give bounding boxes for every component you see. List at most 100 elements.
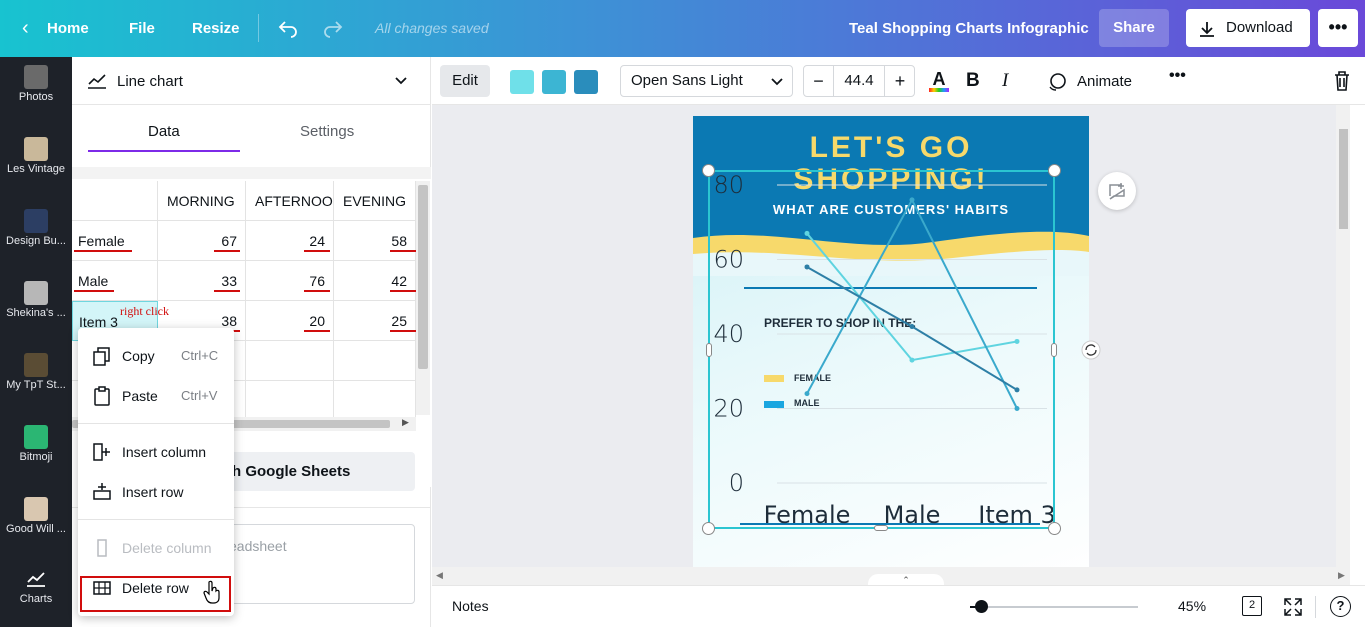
rail-label: Design Bu... [6,235,66,247]
scroll-right-arrow-icon[interactable]: ▶ [1338,570,1345,581]
menu-item-copy[interactable]: Copy Ctrl+C [78,336,234,376]
rail-item-my-tpt[interactable]: My TpT St... [0,353,72,391]
more-options-icon[interactable]: ••• [1318,9,1358,47]
empty-cell[interactable] [334,341,416,381]
more-tools-icon[interactable]: ••• [1169,67,1186,85]
back-chevron-icon[interactable]: ‹ [22,0,29,57]
tab-settings[interactable]: Settings [300,123,354,140]
google-sheets-button[interactable]: th Google Sheets [222,452,415,491]
resize-button[interactable]: Resize [192,0,240,57]
menu-divider [78,423,234,424]
rail-item-shekinas[interactable]: Shekina's ... [0,281,72,319]
edit-button[interactable]: Edit [440,65,490,97]
resize-handle[interactable] [702,164,715,177]
trash-icon[interactable] [1332,70,1352,92]
row-label-male[interactable]: Male [72,261,158,301]
font-size-input[interactable]: 44.4 [834,66,884,96]
add-comment-button[interactable] [1098,172,1136,210]
scroll-left-arrow-icon[interactable]: ◀ [436,570,443,581]
notes-button[interactable]: Notes [452,598,489,614]
download-button[interactable]: Download [1186,9,1310,47]
color-swatch-1[interactable] [510,70,534,94]
spreadsheet-upload-area[interactable]: eadsheet [222,524,415,604]
cell-item3-afternoon[interactable]: 20 [246,301,334,341]
context-menu: Copy Ctrl+C Paste Ctrl+V Insert column I… [78,328,234,616]
rail-item-design-bundle[interactable]: Design Bu... [0,209,72,247]
menu-item-delete-column[interactable]: Delete column [78,528,234,568]
font-size-increase-button[interactable]: + [884,66,915,96]
rotate-icon[interactable] [1081,340,1101,360]
menu-item-insert-column[interactable]: Insert column [78,432,234,472]
menu-label: Copy [122,348,155,364]
rail-item-photos[interactable]: Photos [0,65,72,103]
menu-item-paste[interactable]: Paste Ctrl+V [78,376,234,416]
divider [1315,596,1316,618]
annotation-underline [214,250,240,252]
vertical-scrollbar[interactable] [416,181,430,415]
scrollbar-thumb[interactable] [418,185,428,369]
bold-icon[interactable]: B [966,70,980,92]
empty-cell[interactable] [246,341,334,381]
home-button[interactable]: Home [47,0,89,57]
empty-cell[interactable] [334,381,416,421]
scroll-right-arrow-icon[interactable]: ▶ [402,417,409,428]
rail-item-charts[interactable]: Charts [0,569,72,605]
zoom-slider-track[interactable] [970,606,1138,608]
cell-female-afternoon[interactable]: 24 [246,221,334,261]
animate-button[interactable]: Animate [1077,73,1132,90]
share-button[interactable]: Share [1099,9,1169,47]
scrollbar-thumb[interactable] [1339,129,1348,229]
italic-icon[interactable]: I [1002,70,1008,92]
cell-item3-evening[interactable]: 25 [334,301,416,341]
rail-item-bitmoji[interactable]: Bitmoji [0,425,72,463]
save-status: All changes saved [375,20,489,36]
menu-divider [78,519,234,520]
resize-handle[interactable] [1048,164,1061,177]
grid-header-strip [72,167,431,179]
cell-female-evening[interactable]: 58 [334,221,416,261]
color-swatch-2[interactable] [542,70,566,94]
cell-female-morning[interactable]: 67 [158,221,246,261]
undo-icon[interactable] [277,18,299,38]
rail-item-good-will[interactable]: Good Will ... [0,497,72,535]
fullscreen-icon[interactable] [1283,597,1303,617]
resize-handle[interactable] [1048,522,1061,535]
page-count-button[interactable]: 2 [1242,596,1262,616]
help-button[interactable]: ? [1330,596,1351,617]
chart-type-selector[interactable]: Line chart [72,57,431,105]
font-selector[interactable]: Open Sans Light [620,65,793,97]
empty-cell[interactable] [246,381,334,421]
menu-item-insert-row[interactable]: Insert row [78,472,234,512]
row-label-female[interactable]: Female [72,221,158,261]
resize-handle[interactable] [702,522,715,535]
file-menu[interactable]: File [129,0,155,57]
cell-male-morning[interactable]: 33 [158,261,246,301]
rail-label: Les Vintage [7,163,65,175]
resize-handle[interactable] [874,525,888,531]
font-size-decrease-button[interactable]: − [804,66,834,96]
line-chart-icon [88,74,106,89]
resize-handle[interactable] [706,343,712,357]
zoom-level[interactable]: 45% [1178,598,1206,614]
rail-item-les-vintage[interactable]: Les Vintage [0,137,72,175]
column-header-afternoon[interactable]: AFTERNOON [246,181,334,221]
cell-male-afternoon[interactable]: 76 [246,261,334,301]
tab-data[interactable]: Data [148,123,180,140]
rail-label: Shekina's ... [6,307,66,319]
shortcut-label: Ctrl+V [181,388,218,403]
animate-icon[interactable] [1046,71,1068,93]
grid-corner-cell[interactable] [72,181,158,221]
redo-icon[interactable] [322,18,344,38]
text-color-icon[interactable]: A [929,69,949,93]
zoom-slider-thumb[interactable] [975,600,988,613]
color-swatch-3[interactable] [574,70,598,94]
resize-handle[interactable] [1051,343,1057,357]
design-title[interactable]: Teal Shopping Charts Infographic [849,0,1089,57]
active-tab-indicator [88,150,240,152]
canvas-vertical-scrollbar[interactable] [1336,105,1350,567]
right-click-annotation: right click [120,304,169,318]
column-header-evening[interactable]: EVENING [334,181,416,221]
column-header-morning[interactable]: MORNING [158,181,246,221]
cell-male-evening[interactable]: 42 [334,261,416,301]
rail-label: Photos [18,91,54,103]
